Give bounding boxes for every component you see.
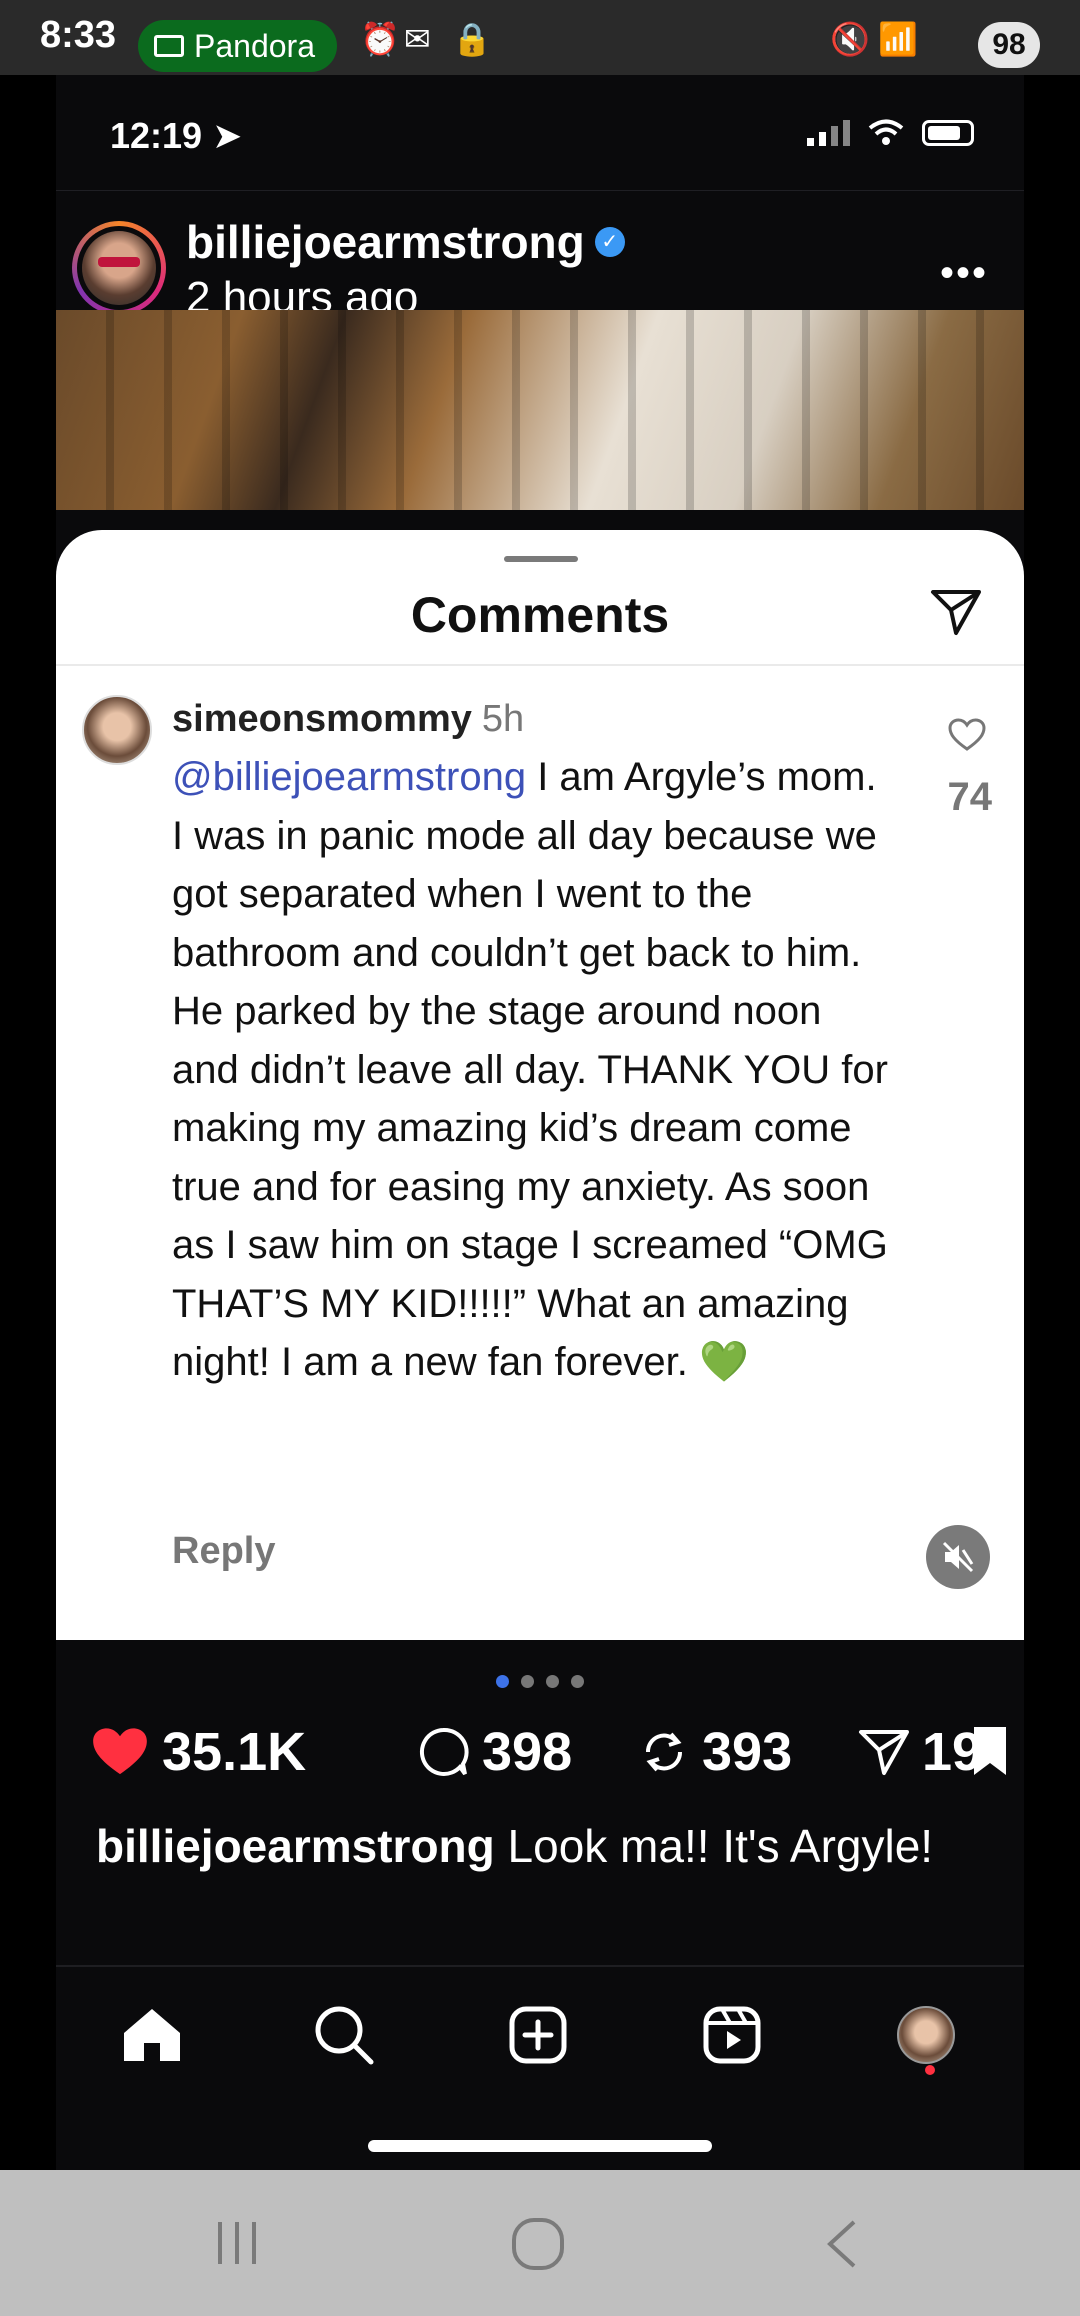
lock-icon: 🔒 — [452, 21, 492, 57]
caption-username[interactable]: billiejoearmstrong — [96, 1820, 495, 1872]
post-username[interactable]: billiejoearmstrong ✓ — [186, 215, 625, 269]
reply-button[interactable]: Reply — [172, 1530, 275, 1573]
pandora-indicator[interactable]: Pandora — [138, 20, 337, 72]
sheet-grabber[interactable] — [504, 556, 578, 562]
instagram-screenshot: 12:19 ➤ billiejoearmstrong ✓ 2 hours ago … — [56, 75, 1024, 2170]
battery-indicator: 98 — [978, 22, 1040, 68]
author-avatar[interactable] — [72, 221, 166, 315]
comment-text: I am Argyle’s mom. I was in panic mode a… — [172, 755, 888, 1384]
comment-age: 5h — [481, 698, 525, 740]
tab-home[interactable] — [112, 1995, 192, 2075]
notification-dot — [925, 2065, 935, 2075]
share-send-icon — [859, 1730, 909, 1775]
profile-avatar — [897, 2006, 955, 2064]
carousel-dot — [521, 1675, 534, 1688]
mute-status-icon: 🔇 — [830, 21, 870, 57]
verified-badge-icon: ✓ — [594, 226, 625, 257]
tab-create[interactable] — [498, 1995, 578, 2075]
location-arrow-icon: ➤ — [212, 115, 243, 156]
green-heart-emoji: 💚 — [698, 1340, 749, 1384]
post-media-preview[interactable] — [56, 310, 1024, 510]
divider — [56, 664, 1024, 666]
android-nav-bar — [0, 2170, 1080, 2316]
post-caption: billiejoearmstrong Look ma!! It's Argyle… — [96, 1815, 996, 1877]
cast-icon — [154, 35, 184, 57]
post-action-row: 35.1K 398 393 19 — [90, 1721, 1010, 1801]
tab-reels[interactable] — [692, 1995, 772, 2075]
tab-search[interactable] — [304, 1995, 384, 2075]
home-icon — [124, 2009, 180, 2061]
alarm-icon: ⏰ — [360, 21, 400, 57]
caption-text: Look ma!! It's Argyle! — [494, 1820, 934, 1872]
wifi-signal-icon — [868, 119, 904, 145]
add-post-icon — [509, 2006, 567, 2064]
divider — [56, 1965, 1024, 1967]
speaker-muted-icon — [942, 1541, 974, 1573]
android-status-bar: 8:33 Pandora ⏰ ✉ 🔒 🔇 📶 98 — [0, 0, 1080, 75]
back-icon[interactable] — [822, 2218, 862, 2270]
like-count: 35.1K — [162, 1722, 307, 1782]
carousel-indicator — [496, 1675, 584, 1688]
wifi-icon: 📶 — [878, 21, 918, 57]
more-options-icon[interactable]: ••• — [940, 251, 988, 296]
comment-action[interactable]: 398 — [416, 1721, 572, 1783]
post-header: billiejoearmstrong ✓ 2 hours ago ••• — [56, 190, 1024, 322]
comment-header: simeonsmommy 5h — [172, 698, 524, 741]
home-indicator[interactable] — [368, 2140, 712, 2152]
like-action[interactable]: 35.1K — [90, 1721, 306, 1783]
search-icon — [315, 2006, 374, 2065]
carousel-dot — [546, 1675, 559, 1688]
ios-status-icons — [807, 119, 974, 147]
post-username-text[interactable]: billiejoearmstrong — [186, 216, 585, 268]
mute-toggle-button[interactable] — [926, 1525, 990, 1589]
comments-sheet: Comments simeonsmommy 5h @billiejoearmstr… — [56, 530, 1024, 1640]
carousel-dot — [571, 1675, 584, 1688]
bookmark-icon[interactable] — [970, 1725, 1010, 1777]
repost-icon — [645, 1732, 683, 1772]
recent-apps-icon[interactable] — [212, 2218, 262, 2268]
share-action[interactable]: 19 — [858, 1721, 982, 1783]
tab-profile[interactable] — [886, 1995, 966, 2075]
comments-title: Comments — [410, 587, 670, 643]
reels-icon — [703, 2006, 761, 2064]
heart-filled-icon — [93, 1728, 147, 1775]
ios-clock: 12:19 ➤ — [110, 115, 242, 157]
commenter-avatar[interactable] — [82, 695, 152, 765]
ios-battery-icon — [922, 120, 974, 146]
send-icon[interactable] — [930, 588, 982, 636]
comment-body: @billiejoearmstrong I am Argyle’s mom. I… — [172, 748, 892, 1392]
ios-clock-text: 12:19 — [110, 115, 203, 156]
comment-bubble-icon — [419, 1727, 469, 1776]
repost-count: 393 — [702, 1722, 793, 1782]
pandora-label: Pandora — [194, 27, 315, 64]
comment-like-heart-icon[interactable] — [948, 718, 986, 752]
home-circle-icon[interactable] — [510, 2216, 566, 2272]
repost-action[interactable]: 393 — [638, 1721, 792, 1783]
bottom-tab-bar — [56, 1995, 1024, 2095]
comment-mention[interactable]: @billiejoearmstrong — [172, 755, 526, 799]
android-clock: 8:33 — [40, 14, 117, 56]
comment-like-count: 74 — [947, 775, 993, 819]
gmail-icon: ✉ — [404, 21, 431, 57]
commenter-username[interactable]: simeonsmommy — [172, 698, 472, 740]
comment-count: 398 — [482, 1722, 573, 1782]
carousel-dot-active — [496, 1675, 509, 1688]
cellular-signal-icon — [807, 120, 850, 146]
